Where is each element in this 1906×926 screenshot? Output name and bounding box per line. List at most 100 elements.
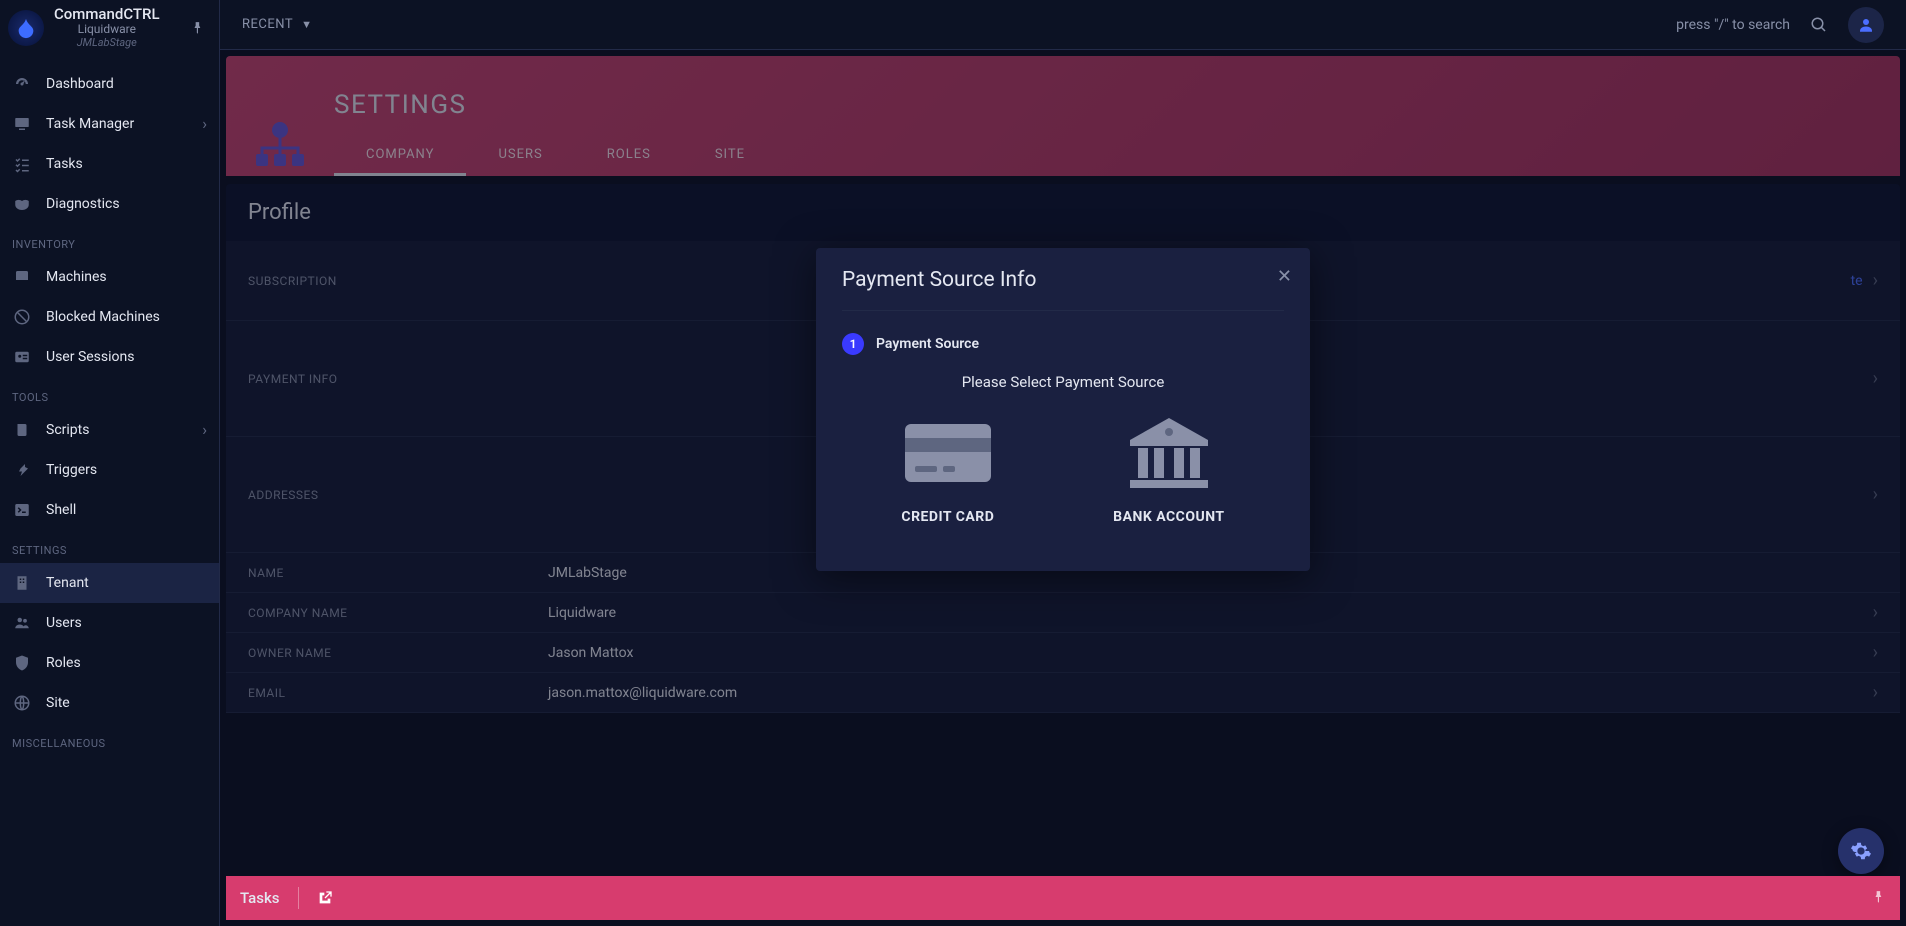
server-icon: [12, 267, 32, 287]
nav-section-header: SETTINGS: [0, 530, 219, 563]
tab-users[interactable]: USERS: [466, 136, 574, 176]
modal-step: 1 Payment Source: [842, 333, 1284, 355]
tabs: COMPANYUSERSROLESSITE: [334, 136, 1900, 176]
gauge-icon: [12, 74, 32, 94]
id-card-icon: [12, 347, 32, 367]
bank-account-label: BANK ACCOUNT: [1113, 509, 1224, 525]
brand-subtitle2: JMLabStage: [54, 37, 160, 50]
profile-row-owner-name[interactable]: OWNER NAMEJason Mattox›: [226, 633, 1900, 673]
sidebar-item-label: Roles: [46, 655, 81, 671]
modal-prompt: Please Select Payment Source: [842, 373, 1284, 391]
scroll-icon: [12, 420, 32, 440]
sidebar-item-label: Users: [46, 615, 82, 631]
tab-site[interactable]: SITE: [683, 136, 777, 176]
monitor-icon: [12, 114, 32, 134]
row-label: OWNER NAME: [248, 646, 548, 660]
row-value: Liquidware: [548, 605, 1873, 621]
sidebar-item-tenant[interactable]: Tenant: [0, 563, 219, 603]
tab-roles[interactable]: ROLES: [575, 136, 683, 176]
nav-section-header: TOOLS: [0, 377, 219, 410]
bank-account-choice[interactable]: BANK ACCOUNT: [1093, 405, 1244, 535]
pin-sidebar-button[interactable]: [185, 15, 211, 41]
modal-title: Payment Source Info: [842, 268, 1284, 311]
building-icon: [12, 573, 32, 593]
mask-icon: [12, 194, 32, 214]
close-button[interactable]: ✕: [1277, 266, 1292, 287]
bank-icon: [1124, 415, 1214, 491]
globe-icon: [12, 693, 32, 713]
row-link[interactable]: te: [1851, 273, 1863, 289]
section-title: Profile: [226, 184, 1900, 241]
search-icon[interactable]: [1808, 14, 1830, 36]
tasks-bar-title: Tasks: [240, 889, 280, 907]
brand-subtitle: Liquidware: [54, 23, 160, 37]
sidebar-item-roles[interactable]: Roles: [0, 643, 219, 683]
sidebar-item-blocked-machines[interactable]: Blocked Machines: [0, 297, 219, 337]
sidebar-item-triggers[interactable]: Triggers: [0, 450, 219, 490]
users-icon: [12, 613, 32, 633]
app-logo: [8, 10, 44, 46]
brand-title: CommandCTRL: [54, 6, 160, 23]
sidebar-item-label: Diagnostics: [46, 196, 120, 212]
chevron-right-icon: ›: [1873, 270, 1878, 291]
close-icon: ✕: [1277, 266, 1292, 287]
sidebar-item-users[interactable]: Users: [0, 603, 219, 643]
pin-tasks-button[interactable]: [1872, 889, 1886, 908]
pin-icon: [1872, 890, 1886, 904]
sidebar-item-scripts[interactable]: Scripts›: [0, 410, 219, 450]
sidebar: CommandCTRL Liquidware JMLabStage Dashbo…: [0, 0, 220, 926]
bolt-icon: [12, 460, 32, 480]
chevron-down-icon: ▼: [301, 18, 312, 31]
row-label: ADDRESSES: [248, 488, 548, 502]
chevron-right-icon: ›: [1873, 368, 1878, 389]
sidebar-item-shell[interactable]: Shell: [0, 490, 219, 530]
sidebar-item-label: Site: [46, 695, 70, 711]
blocked-icon: [12, 307, 32, 327]
open-external-button[interactable]: [317, 890, 333, 906]
terminal-icon: [12, 500, 32, 520]
row-value: Jason Mattox: [548, 645, 1873, 661]
sidebar-item-site[interactable]: Site: [0, 683, 219, 723]
chevron-right-icon: ›: [1873, 682, 1878, 703]
row-label: NAME: [248, 566, 548, 580]
settings-header: SETTINGS COMPANYUSERSROLESSITE: [226, 56, 1900, 176]
page-title: SETTINGS: [226, 56, 1900, 136]
payment-choices: CREDIT CARD: [842, 405, 1284, 535]
chevron-right-icon: ›: [202, 114, 207, 133]
sidebar-item-user-sessions[interactable]: User Sessions: [0, 337, 219, 377]
sidebar-item-diagnostics[interactable]: Diagnostics: [0, 184, 219, 224]
sidebar-item-label: Tenant: [46, 575, 89, 591]
sidebar-item-tasks[interactable]: Tasks: [0, 144, 219, 184]
credit-card-label: CREDIT CARD: [901, 509, 994, 525]
tasks-bar: Tasks: [226, 876, 1900, 920]
chevron-right-icon: ›: [1873, 642, 1878, 663]
row-label: EMAIL: [248, 686, 548, 700]
credit-card-icon: [903, 415, 993, 491]
sidebar-item-task-manager[interactable]: Task Manager›: [0, 104, 219, 144]
row-label: SUBSCRIPTION: [248, 274, 548, 288]
divider: [298, 887, 299, 909]
user-menu-button[interactable]: [1848, 7, 1884, 43]
nav: DashboardTask Manager› Tasks Diagnostics IN…: [0, 56, 219, 756]
content: SETTINGS COMPANYUSERSROLESSITE Profile S…: [220, 50, 1906, 926]
chevron-right-icon: ›: [1873, 484, 1878, 505]
step-label: Payment Source: [876, 336, 979, 352]
sidebar-item-machines[interactable]: Machines: [0, 257, 219, 297]
row-label: PAYMENT INFO: [248, 372, 548, 386]
sitemap-icon: [250, 120, 310, 170]
sidebar-item-label: Blocked Machines: [46, 309, 160, 325]
payment-source-modal: Payment Source Info ✕ 1 Payment Source P…: [816, 248, 1310, 571]
sidebar-item-label: Triggers: [46, 462, 97, 478]
profile-row-email[interactable]: EMAILjason.mattox@liquidware.com›: [226, 673, 1900, 713]
recent-dropdown[interactable]: RECENT ▼: [242, 17, 313, 32]
sidebar-item-dashboard[interactable]: Dashboard: [0, 64, 219, 104]
shield-icon: [12, 653, 32, 673]
list-check-icon: [12, 154, 32, 174]
credit-card-choice[interactable]: CREDIT CARD: [881, 405, 1014, 535]
profile-row-company-name[interactable]: COMPANY NAMELiquidware›: [226, 593, 1900, 633]
nav-section-header: INVENTORY: [0, 224, 219, 257]
settings-fab[interactable]: [1838, 828, 1884, 874]
step-number-badge: 1: [842, 333, 864, 355]
tab-company[interactable]: COMPANY: [334, 136, 466, 176]
sidebar-item-label: Tasks: [46, 156, 83, 172]
